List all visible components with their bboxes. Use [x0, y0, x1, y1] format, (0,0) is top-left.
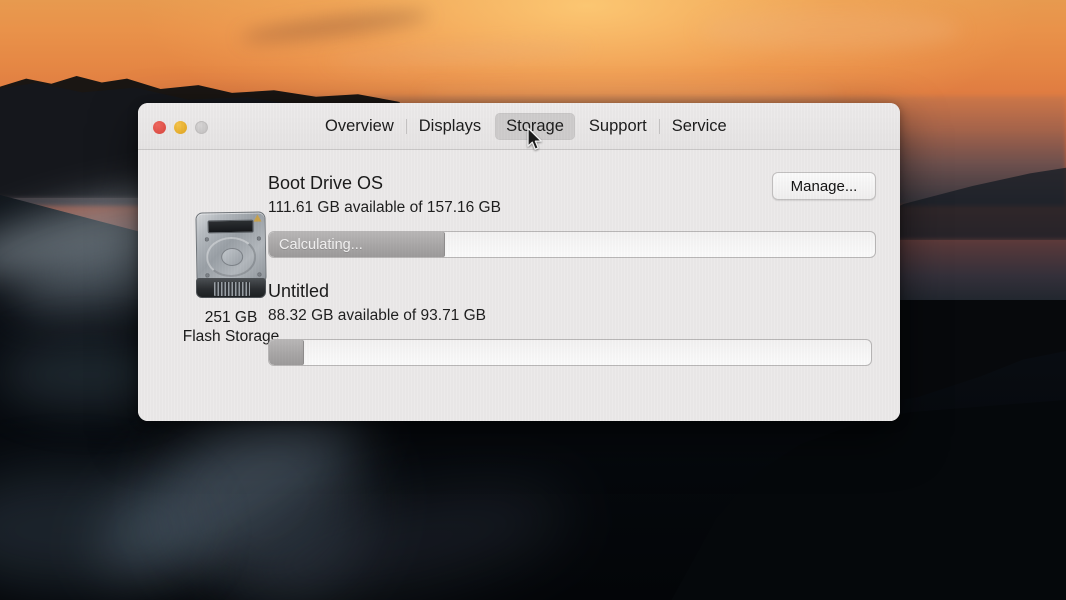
storage-bar-fill	[269, 340, 304, 365]
volume-name: Untitled	[268, 281, 330, 301]
tab-bar: Overview Displays Storage Support Servic…	[314, 111, 738, 142]
internal-hard-drive-icon	[193, 211, 269, 300]
tab-support[interactable]: Support	[578, 113, 658, 141]
tab-separator	[576, 119, 577, 134]
volume-row: Untitled 88.32 GB available of 93.71 GB	[268, 280, 886, 366]
tab-service[interactable]: Service	[661, 113, 738, 141]
storage-bar-label: Calculating...	[279, 236, 363, 253]
window-titlebar: Overview Displays Storage Support Servic…	[138, 103, 900, 150]
storage-bar: Calculating...	[268, 231, 876, 258]
volume-row: Boot Drive OS 111.61 GB available of 157…	[268, 172, 886, 258]
close-button[interactable]	[153, 121, 166, 134]
storage-panel: 251 GB Flash Storage Boot Drive OS 111.6…	[138, 150, 900, 421]
desktop-background: Overview Displays Storage Support Servic…	[0, 0, 1066, 600]
minimize-button[interactable]	[174, 121, 187, 134]
manage-button[interactable]: Manage...	[772, 172, 876, 200]
tab-displays[interactable]: Displays	[408, 113, 492, 141]
tab-separator	[658, 119, 660, 134]
zoom-button[interactable]	[195, 121, 208, 134]
volume-list: Boot Drive OS 111.61 GB available of 157…	[268, 172, 886, 366]
tab-separator	[493, 119, 494, 134]
storage-bar-fill: Calculating...	[269, 232, 445, 257]
tab-separator	[405, 119, 407, 134]
tab-overview[interactable]: Overview	[314, 113, 405, 141]
window-controls	[153, 121, 208, 134]
tab-storage[interactable]: Storage	[495, 112, 575, 141]
volume-availability: 111.61 GB available of 157.16 GB	[268, 199, 501, 216]
volume-availability: 88.32 GB available of 93.71 GB	[268, 307, 487, 324]
about-this-mac-window[interactable]: Overview Displays Storage Support Servic…	[138, 103, 900, 421]
storage-bar	[268, 339, 872, 366]
